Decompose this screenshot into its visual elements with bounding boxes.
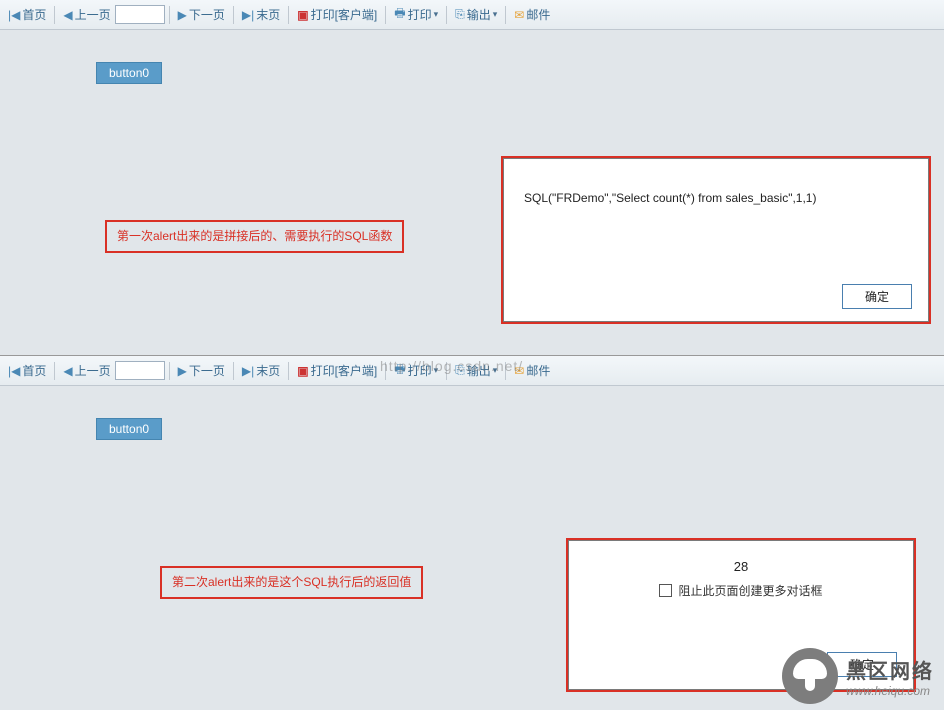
- button0[interactable]: button0: [96, 62, 162, 84]
- alert-dialog-1: SQL("FRDemo","Select count(*) from sales…: [503, 158, 929, 322]
- panel-first-alert: |◀ 首页 ◀ 上一页 ▶ 下一页 ▶| 末页 ▣ 打印[客户端] 🖶 打印 ▾: [0, 0, 944, 355]
- first-page-button[interactable]: |◀ 首页: [4, 6, 50, 23]
- chevron-down-icon: ▾: [434, 9, 439, 20]
- pdf-icon: ▣: [297, 8, 308, 22]
- alert-dialog-1-highlight: SQL("FRDemo","Select count(*) from sales…: [501, 156, 931, 324]
- last-page-icon: ▶|: [242, 8, 254, 22]
- mail-label: 邮件: [526, 6, 550, 23]
- page-number-input[interactable]: [115, 5, 165, 24]
- checkbox-icon[interactable]: [659, 584, 672, 597]
- export-label: 输出: [467, 6, 491, 23]
- separator: [446, 6, 447, 24]
- prev-page-icon: ◀: [63, 8, 72, 22]
- mail-label: 邮件: [526, 362, 550, 379]
- separator: [169, 362, 170, 380]
- print-client-label: 打印[客户端]: [311, 362, 378, 379]
- alert-body: 28 阻止此页面创建更多对话框: [569, 541, 913, 609]
- alert-message: SQL("FRDemo","Select count(*) from sales…: [504, 159, 928, 215]
- next-page-icon: ▶: [178, 8, 187, 22]
- chevron-down-icon: ▾: [493, 9, 498, 20]
- prev-page-button[interactable]: ◀ 上一页: [59, 6, 114, 23]
- first-page-icon: |◀: [8, 364, 20, 378]
- pdf-icon: ▣: [297, 364, 308, 378]
- print-client-button[interactable]: ▣ 打印[客户端]: [293, 6, 381, 23]
- suppress-checkbox-row[interactable]: 阻止此页面创建更多对话框: [589, 582, 893, 599]
- separator: [385, 6, 386, 24]
- print-client-button[interactable]: ▣ 打印[客户端]: [293, 362, 381, 379]
- export-button[interactable]: ⎘ 输出 ▾: [451, 6, 501, 23]
- next-page-button[interactable]: ▶ 下一页: [174, 362, 229, 379]
- prev-page-icon: ◀: [63, 364, 72, 378]
- next-page-icon: ▶: [178, 364, 187, 378]
- prev-page-label: 上一页: [75, 362, 111, 379]
- next-page-label: 下一页: [189, 362, 225, 379]
- last-page-button[interactable]: ▶| 末页: [238, 362, 284, 379]
- alert-value: 28: [589, 559, 893, 574]
- separator: [288, 362, 289, 380]
- printer-icon: 🖶: [394, 4, 405, 25]
- next-page-button[interactable]: ▶ 下一页: [174, 6, 229, 23]
- export-icon: ⎘: [455, 7, 465, 22]
- separator: [169, 6, 170, 24]
- panel-second-alert: |◀ 首页 ◀ 上一页 ▶ 下一页 ▶| 末页 ▣ 打印[客户端] 🖶 打印 ▾: [0, 355, 944, 710]
- print-client-label: 打印[客户端]: [311, 6, 378, 23]
- prev-page-button[interactable]: ◀ 上一页: [59, 362, 114, 379]
- print-button[interactable]: 🖶 打印 ▾: [390, 4, 442, 25]
- brand-title: 黑区网络: [846, 655, 934, 684]
- first-page-label: 首页: [22, 6, 46, 23]
- ok-button[interactable]: 确定: [842, 284, 912, 309]
- print-label: 打印: [408, 6, 432, 23]
- brand-icon: [782, 648, 838, 704]
- button0[interactable]: button0: [96, 418, 162, 440]
- page-number-input[interactable]: [115, 361, 165, 380]
- annotation-second-alert: 第二次alert出来的是这个SQL执行后的返回值: [160, 566, 423, 599]
- separator: [288, 6, 289, 24]
- toolbar: |◀ 首页 ◀ 上一页 ▶ 下一页 ▶| 末页 ▣ 打印[客户端] 🖶 打印 ▾: [0, 0, 944, 30]
- annotation-first-alert: 第一次alert出来的是拼接后的、需要执行的SQL函数: [105, 220, 404, 253]
- first-page-icon: |◀: [8, 8, 20, 22]
- separator: [54, 362, 55, 380]
- first-page-button[interactable]: |◀ 首页: [4, 362, 50, 379]
- brand-logo: 黑区网络 www.heiqu.com: [782, 648, 934, 704]
- prev-page-label: 上一页: [75, 6, 111, 23]
- separator: [233, 6, 234, 24]
- last-page-button[interactable]: ▶| 末页: [238, 6, 284, 23]
- next-page-label: 下一页: [189, 6, 225, 23]
- last-page-icon: ▶|: [242, 364, 254, 378]
- last-page-label: 末页: [256, 362, 280, 379]
- separator: [233, 362, 234, 380]
- first-page-label: 首页: [22, 362, 46, 379]
- separator: [505, 6, 506, 24]
- suppress-checkbox-label: 阻止此页面创建更多对话框: [678, 582, 822, 599]
- brand-url: www.heiqu.com: [846, 684, 934, 698]
- watermark: http://blog.csdn.net/: [380, 358, 523, 374]
- mail-icon: ✉: [514, 8, 524, 22]
- dialog-footer: 确定: [842, 284, 912, 309]
- separator: [54, 6, 55, 24]
- mail-button[interactable]: ✉ 邮件: [510, 6, 554, 23]
- content-area: button0 第一次alert出来的是拼接后的、需要执行的SQL函数 SQL(…: [0, 30, 944, 355]
- last-page-label: 末页: [256, 6, 280, 23]
